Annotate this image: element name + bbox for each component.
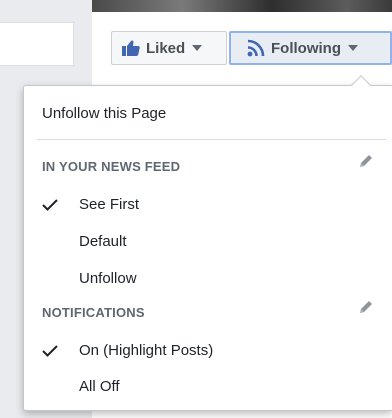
liked-button[interactable]: Liked [111,31,227,65]
menu-item-label: On (Highlight Posts) [79,341,214,359]
checkmark-icon [42,198,58,215]
menu-item-label: Default [79,232,127,250]
section-header-news-feed: IN YOUR NEWS FEED [42,159,181,174]
following-dropdown-menu: Unfollow this Page IN YOUR NEWS FEED See… [23,85,392,411]
checkmark-icon [42,344,58,361]
menu-item-all-off[interactable]: All Off [24,371,392,401]
menu-item-unfollow[interactable]: Unfollow [24,263,392,293]
menu-item-label: Unfollow [79,269,137,287]
liked-button-label: Liked [146,39,186,57]
menu-item-unfollow-page[interactable]: Unfollow this Page [24,98,392,128]
menu-item-label: See First [79,195,140,213]
menu-divider [37,139,386,140]
chevron-down-icon [192,45,203,51]
following-button[interactable]: Following [229,31,392,65]
menu-item-label: All Off [79,377,120,395]
thumbs-up-icon [122,40,140,56]
menu-item-highlight-posts[interactable]: On (Highlight Posts) [24,335,392,365]
pencil-icon[interactable] [358,299,374,320]
menu-item-see-first[interactable]: See First [24,189,392,219]
dropdown-pointer-mask [350,86,374,94]
section-header-notifications: NOTIFICATIONS [42,305,145,320]
left-panel-box [0,22,74,66]
chevron-down-icon [347,45,358,51]
rss-feed-icon [247,39,265,57]
following-button-label: Following [271,39,341,57]
pencil-icon[interactable] [358,153,374,174]
cover-photo-edge [92,0,392,12]
menu-item-default[interactable]: Default [24,226,392,256]
menu-item-label: Unfollow this Page [42,104,167,122]
